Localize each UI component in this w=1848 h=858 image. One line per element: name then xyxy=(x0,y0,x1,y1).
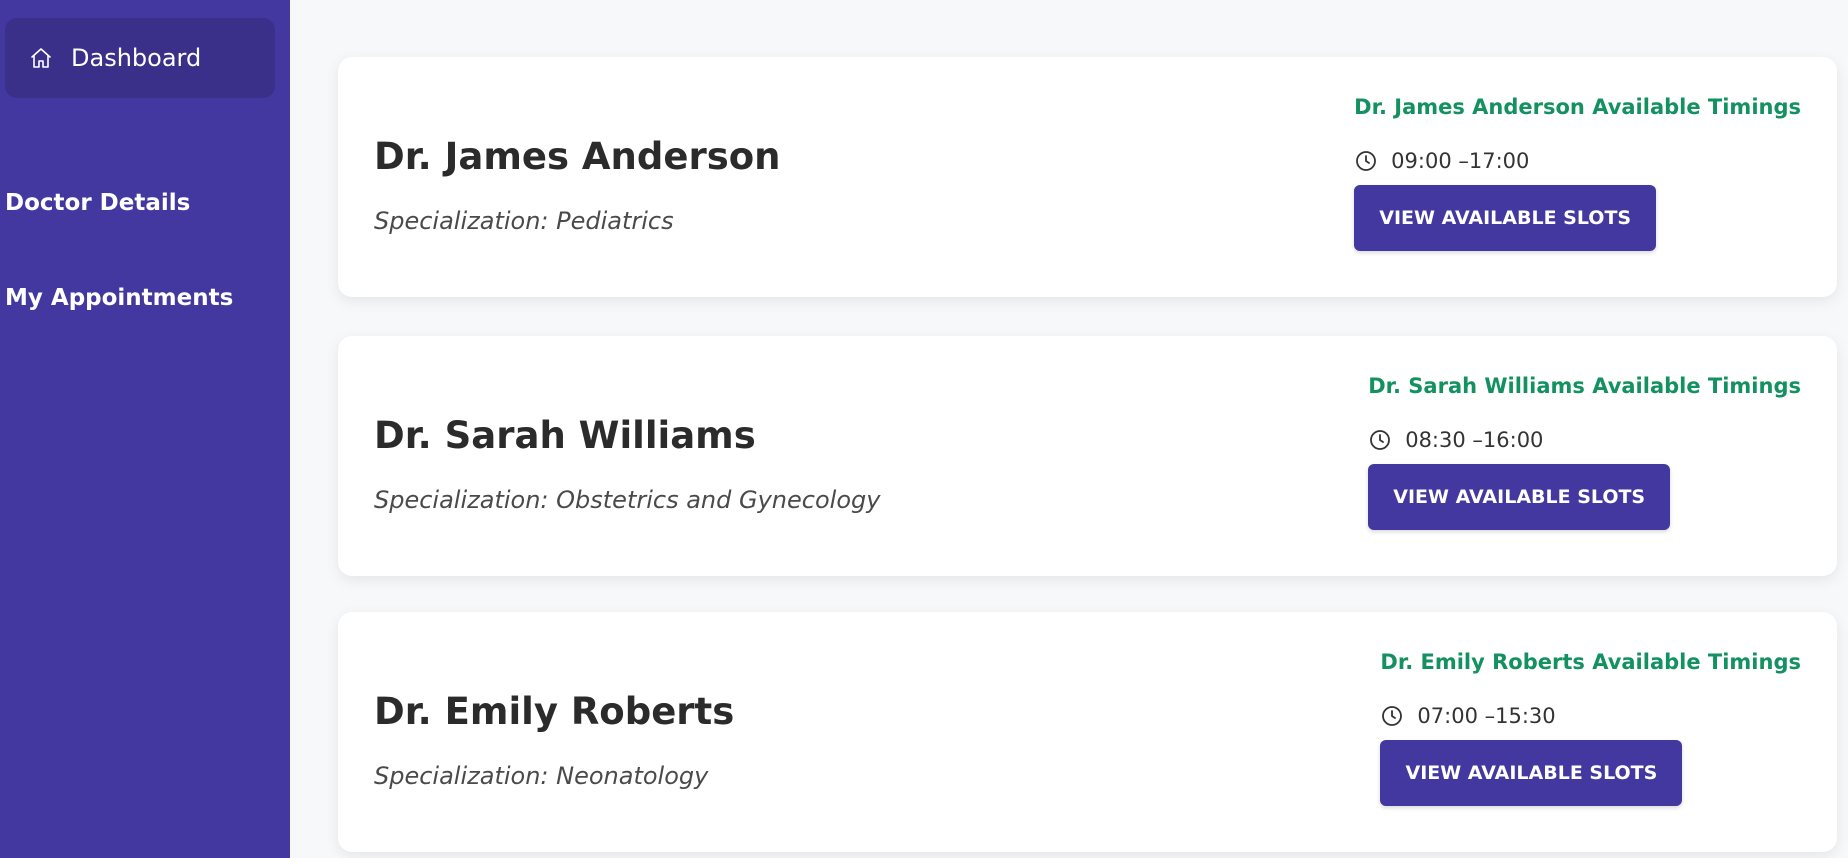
doctor-specialization: Specialization: Neonatology xyxy=(374,762,709,790)
sidebar-item-my-appointments[interactable]: My Appointments xyxy=(5,285,233,311)
clock-icon xyxy=(1368,428,1392,452)
timings-title: Dr. Emily Roberts Available Timings xyxy=(1380,650,1801,674)
specialization-value: Obstetrics and Gynecology xyxy=(556,486,881,514)
main-content: Dr. James Anderson Specialization: Pedia… xyxy=(290,0,1848,858)
doctor-name: Dr. Emily Roberts xyxy=(374,690,735,733)
timings-panel: Dr. Emily Roberts Available Timings 07:0… xyxy=(1380,650,1801,806)
specialization-value: Neonatology xyxy=(556,762,709,790)
view-available-slots-button[interactable]: VIEW AVAILABLE SLOTS xyxy=(1368,464,1671,530)
specialization-label: Specialization xyxy=(374,486,541,514)
sidebar-item-doctor-details[interactable]: Doctor Details xyxy=(5,190,190,216)
sidebar: Dashboard Doctor Details My Appointments xyxy=(0,0,290,858)
timing-row: 08:30 –16:00 xyxy=(1368,428,1543,452)
timing-value: 07:00 –15:30 xyxy=(1417,704,1556,728)
sidebar-item-dashboard[interactable]: Dashboard xyxy=(5,18,275,98)
specialization-value: Pediatrics xyxy=(556,207,674,235)
specialization-label: Specialization xyxy=(374,762,541,790)
specialization-label: Specialization xyxy=(374,207,541,235)
timing-row: 09:00 –17:00 xyxy=(1354,149,1529,173)
view-available-slots-button[interactable]: VIEW AVAILABLE SLOTS xyxy=(1354,185,1657,251)
clock-icon xyxy=(1354,149,1378,173)
doctor-card: Dr. James Anderson Specialization: Pedia… xyxy=(338,57,1837,297)
timings-panel: Dr. James Anderson Available Timings 09:… xyxy=(1354,95,1801,251)
clock-icon xyxy=(1380,704,1404,728)
doctor-card: Dr. Emily Roberts Specialization: Neonat… xyxy=(338,612,1837,852)
home-icon xyxy=(29,46,53,70)
doctor-name: Dr. Sarah Williams xyxy=(374,414,756,457)
view-available-slots-button[interactable]: VIEW AVAILABLE SLOTS xyxy=(1380,740,1683,806)
timing-value: 09:00 –17:00 xyxy=(1391,149,1530,173)
timings-title: Dr. James Anderson Available Timings xyxy=(1354,95,1801,119)
timing-row: 07:00 –15:30 xyxy=(1380,704,1556,728)
doctor-card: Dr. Sarah Williams Specialization: Obste… xyxy=(338,336,1837,576)
doctor-name: Dr. James Anderson xyxy=(374,135,781,178)
timings-title: Dr. Sarah Williams Available Timings xyxy=(1368,374,1801,398)
doctor-specialization: Specialization: Obstetrics and Gynecolog… xyxy=(374,486,881,514)
doctor-specialization: Specialization: Pediatrics xyxy=(374,207,674,235)
timings-panel: Dr. Sarah Williams Available Timings 08:… xyxy=(1368,374,1801,530)
sidebar-item-label: Dashboard xyxy=(71,44,202,72)
timing-value: 08:30 –16:00 xyxy=(1405,428,1544,452)
